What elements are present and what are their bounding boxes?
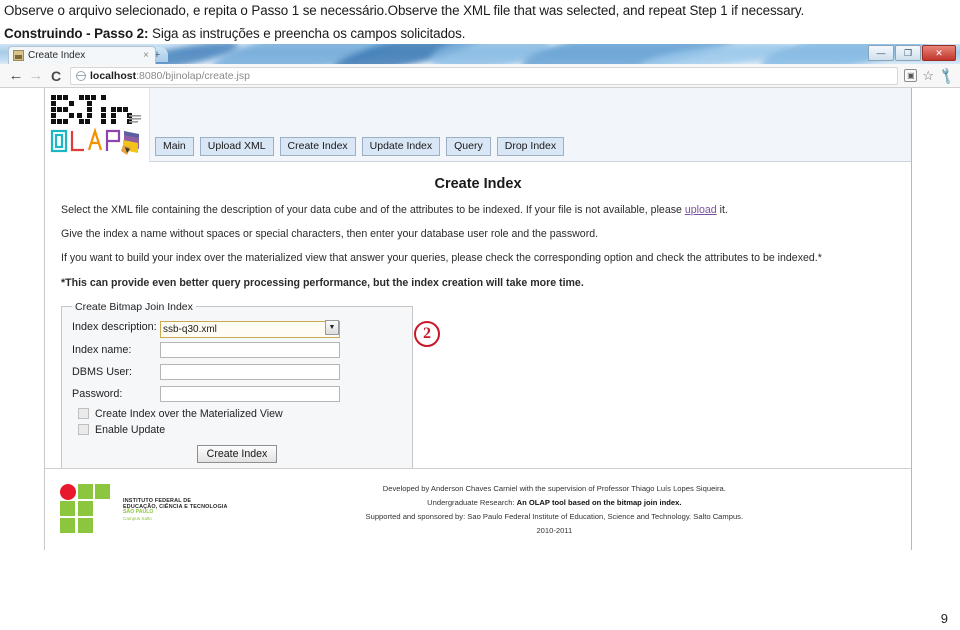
form-row-password: Password:	[72, 385, 402, 402]
para1-after: it.	[716, 204, 728, 216]
index-name-label: Index name:	[72, 343, 132, 356]
web-page: Main Upload XML Create Index Update Inde…	[44, 88, 912, 550]
ifsp-logo: INSTITUTO FEDERAL DE EDUCAÇÃO, CIÊNCIA E…	[59, 483, 228, 537]
bookmark-star-icon[interactable]: ☆	[922, 68, 934, 84]
footer-credits: Developed by Anderson Chaves Carniel wit…	[228, 479, 911, 540]
footer-line-3: Supported and sponsored by: Sao Paulo Fe…	[365, 512, 744, 521]
page-title: Create Index	[434, 176, 522, 192]
caption-line-1: Observe o arquivo selecionado, e repita …	[4, 3, 805, 18]
forward-icon: →	[28, 67, 44, 84]
footer-line-2: Undergraduate Research: An OLAP tool bas…	[228, 498, 881, 507]
slide-page: Observe o arquivo selecionado, e repita …	[0, 0, 960, 630]
nav-item-query[interactable]: Query	[446, 137, 491, 156]
browser-toolbar: ← → C localhost:8080/bjinolap/create.jsp…	[0, 64, 960, 88]
checkbox-row-materialized-view[interactable]: Create Index over the Materialized View	[72, 408, 402, 420]
site-nav: Main Upload XML Create Index Update Inde…	[155, 137, 565, 161]
window-controls: — ❐ ✕	[868, 45, 956, 61]
index-description-select-wrap[interactable]: ssb-q30.xml ▼	[160, 319, 340, 338]
create-index-button[interactable]: Create Index	[196, 444, 278, 463]
slide-number: 9	[940, 611, 948, 626]
browser-window: + Create Index × — ❐ ✕ ← → C localhost:8…	[0, 44, 960, 550]
dbms-user-input[interactable]	[160, 363, 340, 380]
enable-update-label: Enable Update	[95, 423, 166, 436]
footer-line-2-bold: An OLAP tool based on the bitmap join in…	[516, 498, 682, 507]
tab-title: Create Index	[28, 50, 86, 61]
url-text: localhost:8080/bjinolap/create.jsp	[90, 70, 250, 82]
ifsp-line-4: Campus Salto	[123, 516, 152, 522]
form-row-index-description: Index description: ssb-q30.xml ▼	[72, 319, 402, 338]
close-button[interactable]: ✕	[922, 45, 956, 61]
maximize-button[interactable]: ❐	[895, 45, 921, 61]
footer-line-2-label: Undergraduate Research:	[427, 498, 517, 507]
toolbar-icon-group: ▣ ☆ 🔧	[904, 66, 957, 86]
bjin-olap-logo-icon	[50, 95, 141, 155]
create-bitmap-join-index-form: Create Bitmap Join Index Index descripti…	[61, 300, 440, 474]
caption-line-2: Construindo - Passo 2: Siga as instruçõe…	[4, 24, 956, 43]
nav-item-upload-xml[interactable]: Upload XML	[199, 137, 274, 156]
checkbox-row-enable-update[interactable]: Enable Update	[72, 424, 402, 436]
globe-icon	[76, 70, 86, 81]
tab-close-icon[interactable]: ×	[141, 50, 151, 61]
step-annotation-2: 2	[414, 320, 440, 347]
site-logo[interactable]	[45, 88, 150, 162]
nav-item-update-index[interactable]: Update Index	[361, 137, 441, 156]
back-icon[interactable]: ←	[6, 67, 26, 84]
index-description-select[interactable]: ssb-q30.xml	[160, 320, 340, 338]
form-row-dbms-user: DBMS User:	[72, 363, 402, 380]
submit-row: Create Index	[72, 444, 402, 463]
slide-caption: Observe o arquivo selecionado, e repita …	[0, 0, 960, 44]
footer-line-1: Developed by Anderson Chaves Carniel wit…	[382, 484, 726, 493]
nav-item-main[interactable]: Main	[155, 137, 194, 156]
materialized-view-label: Create Index over the Materialized View	[95, 407, 283, 420]
site-footer: INSTITUTO FEDERAL DE EDUCAÇÃO, CIÊNCIA E…	[45, 468, 911, 550]
ifsp-wordmark: INSTITUTO FEDERAL DE EDUCAÇÃO, CIÊNCIA E…	[123, 498, 228, 522]
nav-item-create-index[interactable]: Create Index	[279, 137, 356, 156]
url-host: localhost	[90, 69, 137, 82]
materialized-view-checkbox[interactable]	[78, 408, 89, 420]
instruction-paragraph-3: If you want to build your index over the…	[61, 252, 822, 265]
caption-line-2-rest: Siga as instruções e preencha os campos …	[148, 26, 466, 42]
index-name-input[interactable]	[160, 341, 340, 358]
instruction-paragraph-2: Give the index a name without spaces or …	[61, 228, 599, 241]
window-title-bar: + Create Index × — ❐ ✕	[0, 44, 960, 64]
index-description-label: Index description:	[72, 321, 157, 334]
page-icon[interactable]: ▣	[904, 69, 918, 82]
dbms-user-label: DBMS User:	[72, 365, 132, 378]
password-label: Password:	[72, 387, 123, 400]
enable-update-checkbox[interactable]	[78, 424, 89, 436]
password-input[interactable]	[160, 385, 340, 402]
page-content: Create Index Select the XML file contain…	[45, 162, 911, 474]
nav-item-drop-index[interactable]: Drop Index	[496, 137, 565, 156]
address-bar[interactable]: localhost:8080/bjinolap/create.jsp	[70, 66, 899, 85]
tab-favicon-icon	[13, 50, 24, 61]
wrench-menu-icon[interactable]: 🔧	[937, 66, 957, 86]
caption-line-2-bold: Construindo - Passo 2:	[4, 26, 149, 42]
form-legend: Create Bitmap Join Index	[75, 300, 193, 313]
form-row-index-name: Index name:	[72, 341, 402, 358]
instruction-footnote: *This can provide even better query proc…	[61, 276, 584, 289]
reload-icon[interactable]: C	[46, 68, 66, 84]
minimize-button[interactable]: —	[868, 45, 894, 61]
footer-line-4: 2010-2011	[536, 526, 573, 535]
instruction-paragraph-1: Select the XML file containing the descr…	[61, 204, 895, 217]
browser-tab-create-index[interactable]: Create Index ×	[8, 46, 156, 64]
site-header: Main Upload XML Create Index Update Inde…	[45, 88, 911, 162]
url-path: :8080/bjinolap/create.jsp	[136, 69, 250, 82]
browser-viewport: Main Upload XML Create Index Update Inde…	[0, 88, 960, 550]
para1-before: Select the XML file containing the descr…	[61, 204, 685, 216]
ifsp-emblem-icon	[60, 483, 110, 533]
upload-link[interactable]: upload	[685, 204, 717, 216]
